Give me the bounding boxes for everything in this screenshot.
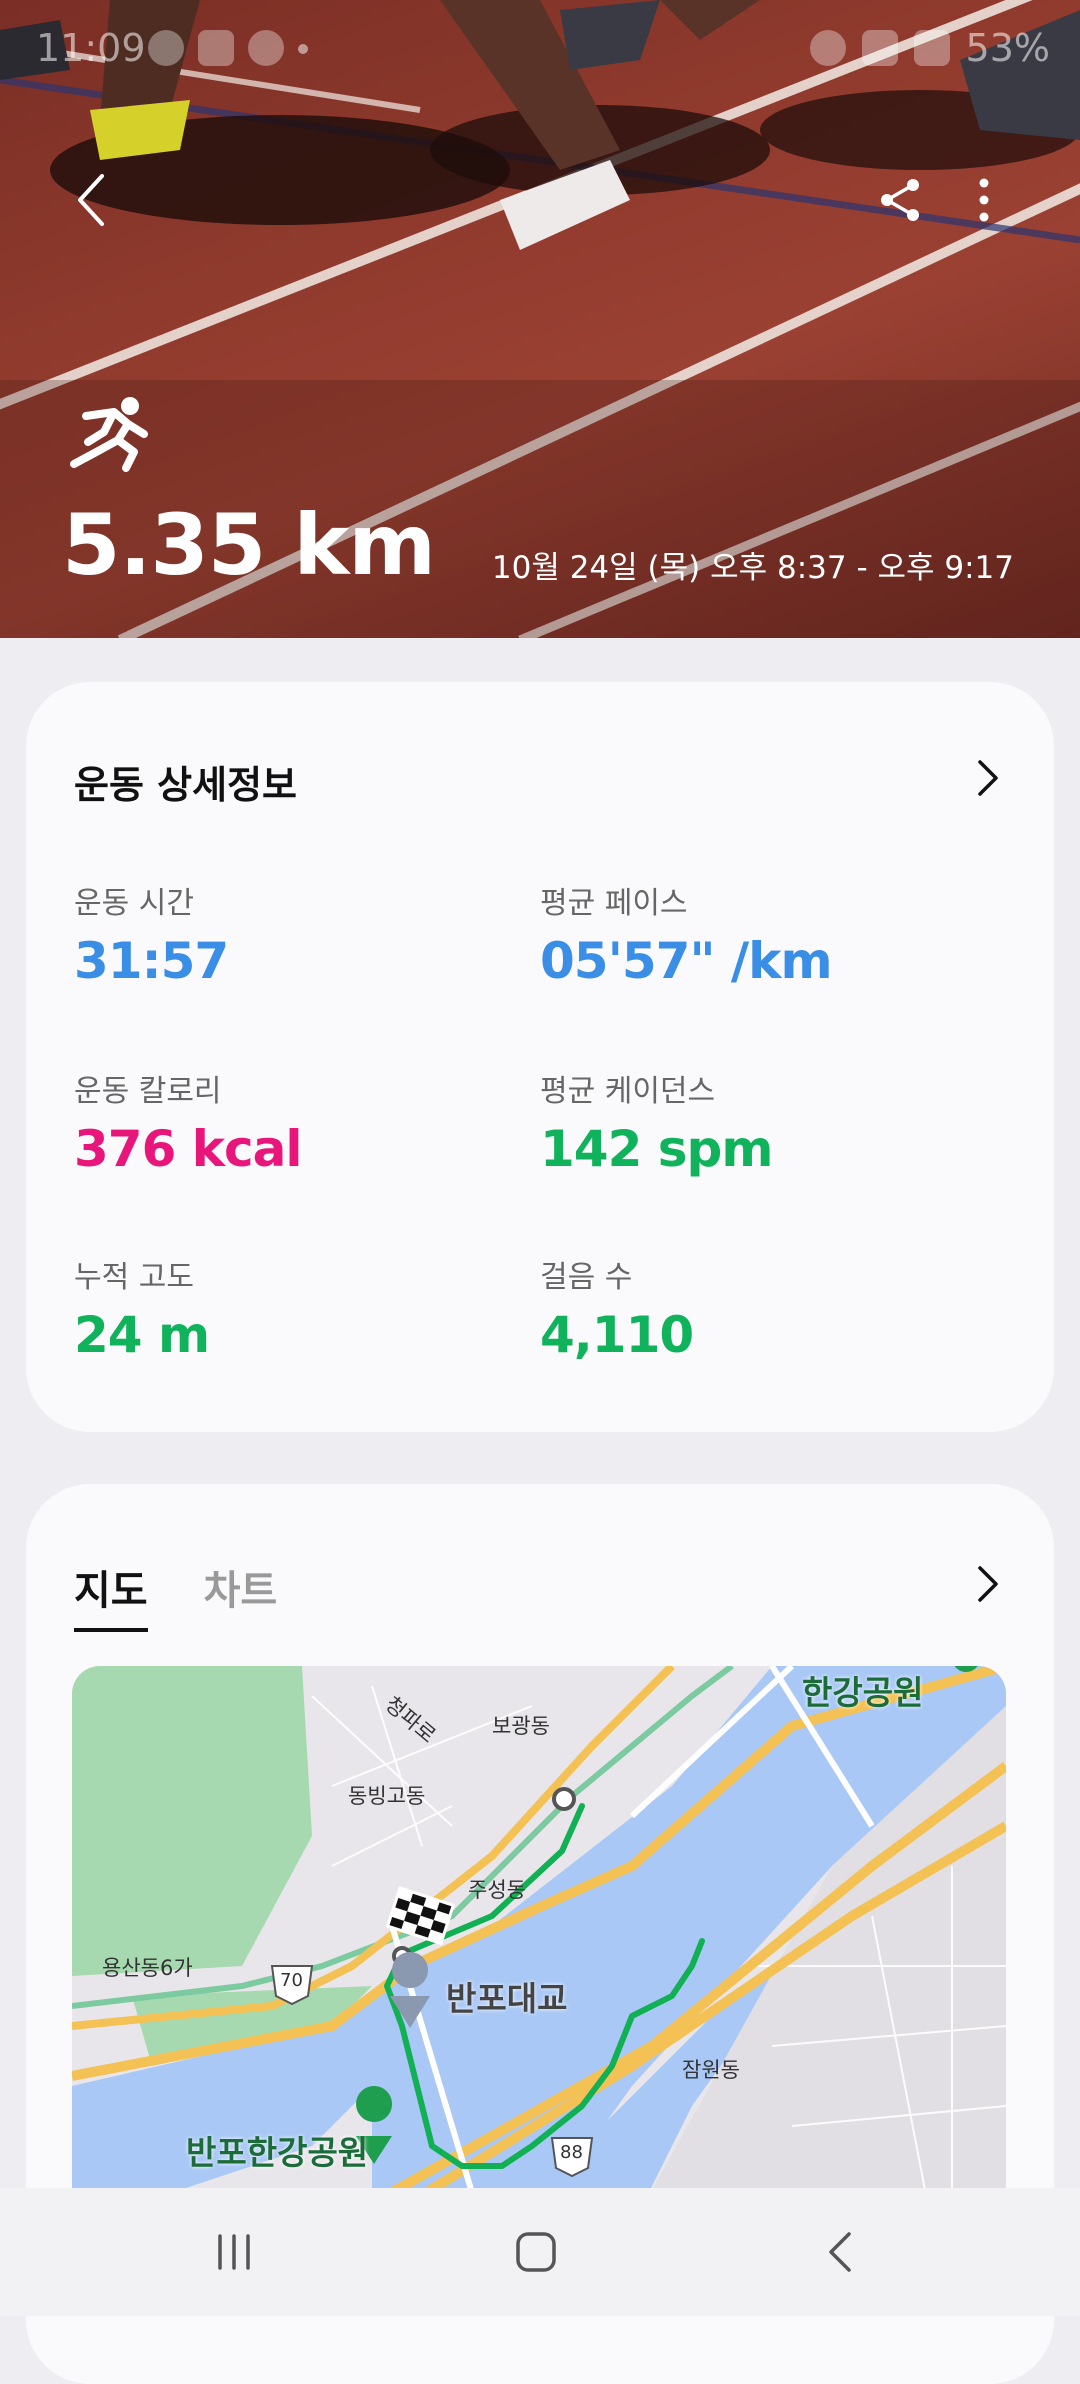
route-map[interactable]: 한강공원 청파로 보광동 동빙고동 주성동 용산동6가 반포대교 잠원동 반포한… <box>72 1666 1006 2226</box>
map-label-bogwang: 보광동 <box>492 1714 550 1738</box>
tab-map[interactable]: 지도 <box>74 1558 148 1632</box>
more-options-button[interactable] <box>944 160 1024 240</box>
details-title: 운동 상세정보 <box>74 763 297 807</box>
chevron-right-icon[interactable] <box>966 756 1010 800</box>
metric-duration: 운동 시간 31:57 <box>74 878 229 990</box>
map-label-jamwon: 잠원동 <box>682 2058 740 2082</box>
running-icon <box>70 397 148 472</box>
system-nav-bar <box>0 2188 1080 2316</box>
route-tabs: 지도 차트 <box>74 1558 277 1632</box>
workout-date-range: 10월 24일 (목) 오후 8:37 - 오후 9:17 <box>491 550 1014 586</box>
map-label-dongbinggo: 동빙고동 <box>348 1784 426 1808</box>
map-label-banpo-bridge: 반포대교 <box>446 1979 568 2018</box>
share-icon <box>881 179 919 221</box>
back-button[interactable] <box>52 160 132 240</box>
map-label-yongsan6: 용산동6가 <box>102 1956 193 1980</box>
status-time: 11:09 <box>36 26 146 70</box>
metric-label: 평균 케이던스 <box>540 1074 716 1109</box>
metric-label: 운동 시간 <box>74 886 194 921</box>
metric-label: 평균 페이스 <box>540 886 688 921</box>
share-button[interactable] <box>860 160 940 240</box>
map-label-banpo-park: 반포한강공원 <box>186 2133 369 2172</box>
wifi-icon <box>861 30 898 66</box>
cloud-icon <box>248 30 284 66</box>
gallery-icon <box>198 30 234 66</box>
metric-steps: 걸음 수 4,110 <box>540 1252 694 1364</box>
recent-apps-icon <box>218 2234 250 2270</box>
route-88-label: 88 <box>560 2142 583 2163</box>
metric-calories: 운동 칼로리 376 kcal <box>74 1066 303 1178</box>
metric-avg-cadence: 평균 케이던스 142 spm <box>540 1066 773 1178</box>
metric-value: 31:57 <box>74 932 229 990</box>
talk-icon <box>148 30 184 66</box>
battery-level: 53% <box>965 26 1050 70</box>
metric-value: 376 kcal <box>74 1120 303 1178</box>
metric-label: 운동 칼로리 <box>74 1074 222 1109</box>
metric-label: 걸음 수 <box>540 1260 633 1295</box>
workout-distance: 5.35 km <box>62 496 436 594</box>
chevron-right-icon[interactable] <box>966 1562 1010 1606</box>
more-notifications-icon <box>298 44 308 54</box>
metric-value: 142 spm <box>540 1120 773 1178</box>
back-icon <box>829 2232 851 2272</box>
system-icons: 53% <box>809 26 1050 70</box>
metric-value: 4,110 <box>540 1306 694 1364</box>
metric-label: 누적 고도 <box>74 1260 194 1295</box>
home-button[interactable] <box>476 2208 596 2296</box>
map-label-hangang-park: 한강공원 <box>802 1673 924 1712</box>
recent-apps-button[interactable] <box>174 2208 294 2296</box>
metric-elevation: 누적 고도 24 m <box>74 1252 210 1364</box>
workout-hero: 11:09 53% 5.35 km 10월 24일 (목) 오후 8:37 - … <box>0 0 1080 638</box>
workout-details-card: 운동 상세정보 운동 시간 31:57 평균 페이스 05'57" /km 운동… <box>26 682 1054 1432</box>
back-icon <box>78 174 104 226</box>
metric-avg-pace: 평균 페이스 05'57" /km <box>540 878 833 990</box>
more-vertical-icon <box>979 178 989 222</box>
alarm-icon <box>809 30 846 66</box>
nav-back-button[interactable] <box>780 2208 900 2296</box>
metric-value: 24 m <box>74 1306 210 1364</box>
status-bar: 11:09 53% <box>0 0 1080 96</box>
metric-value: 05'57" /km <box>540 932 833 990</box>
home-icon <box>516 2232 556 2272</box>
route-70-label: 70 <box>280 1970 303 1991</box>
notification-icons <box>148 30 308 66</box>
signal-icon <box>913 30 950 66</box>
map-label-juseong: 주성동 <box>468 1878 526 1902</box>
tab-chart[interactable]: 차트 <box>204 1558 278 1632</box>
